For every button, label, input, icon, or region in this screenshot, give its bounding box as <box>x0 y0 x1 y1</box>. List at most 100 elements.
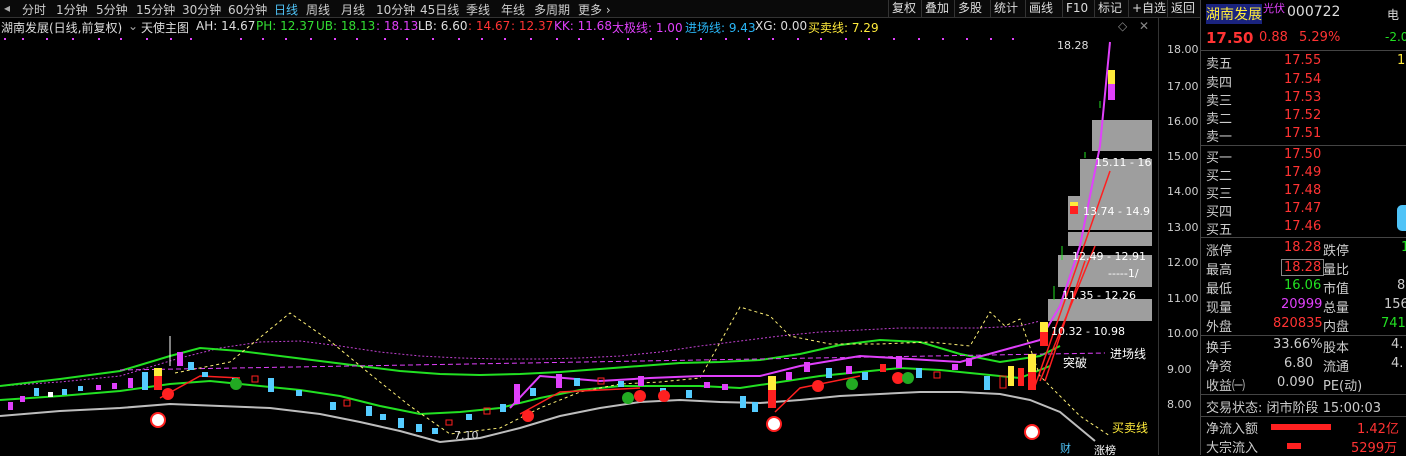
stat-label: PE(动) <box>1323 379 1363 394</box>
stat-value: 18.28 <box>1281 259 1325 276</box>
stat-value: 156 <box>1384 297 1406 312</box>
tick-16: 16.00 <box>1167 115 1199 128</box>
stat-label: 涨停 <box>1206 244 1233 259</box>
bid-price[interactable]: 17.48 <box>1284 183 1321 198</box>
price-value: 17.50 <box>1206 29 1254 47</box>
kk-value: KK: 11.68 <box>554 19 612 33</box>
tab-1min[interactable]: 1分钟 <box>56 1 88 18</box>
ask-price[interactable]: 17.54 <box>1284 72 1321 87</box>
add-watchlist-button[interactable]: +自选 <box>1128 0 1169 17</box>
fuquan-button[interactable]: 复权 <box>888 0 919 17</box>
indicator-name[interactable]: 天使主图 <box>141 19 189 36</box>
tick-15: 15.00 <box>1167 150 1199 163</box>
tab-45day[interactable]: 45日线 <box>420 1 459 18</box>
ask-price[interactable]: 17.52 <box>1284 108 1321 123</box>
ask-price[interactable]: 17.55 <box>1284 53 1321 68</box>
tab-15min[interactable]: 15分钟 <box>136 1 175 18</box>
tick-10: 10.00 <box>1167 327 1199 340</box>
bid-price[interactable]: 17.50 <box>1284 147 1321 162</box>
stat-value: 1 <box>1401 240 1406 255</box>
stat-label: 外盘 <box>1206 320 1233 335</box>
tab-10min[interactable]: 10分钟 <box>376 1 415 18</box>
tab-monthly[interactable]: 月线 <box>341 1 365 18</box>
block-inflow-label: 大宗流入 <box>1206 441 1259 456</box>
stat-value: 33.66% <box>1273 337 1323 352</box>
back-button[interactable]: 返回 <box>1167 0 1198 17</box>
side-value: -2.0 <box>1385 30 1406 44</box>
close-icon[interactable]: ✕ <box>1139 19 1149 33</box>
bid-price[interactable]: 17.46 <box>1284 219 1321 234</box>
zhangbang-label: 涨榜 <box>1094 443 1116 455</box>
stat-value: 8 <box>1397 278 1406 293</box>
stat-value: 18.28 <box>1284 240 1322 255</box>
stat-value: 4. <box>1391 337 1404 352</box>
multi-stock-button[interactable]: 多股 <box>954 0 985 17</box>
tab-30min[interactable]: 30分钟 <box>182 1 221 18</box>
yellow-dashed-line <box>174 306 1111 437</box>
trade-status: 交易状态: 闭市阶段 15:00:03 <box>1206 401 1382 416</box>
stock-name: 湖南发展 <box>1206 4 1262 24</box>
tab-5min[interactable]: 5分钟 <box>96 1 128 18</box>
surge-line <box>509 41 1111 409</box>
tab-multiperiod[interactable]: 多周期 <box>534 1 570 18</box>
scroll-handle[interactable] <box>1397 205 1406 231</box>
ask-label: 卖四 <box>1206 76 1233 91</box>
tab-weekly[interactable]: 周线 <box>306 1 330 18</box>
kline-chart[interactable]: 18.28 15.11 - 16 13.74 - 14.9 12.49 - 12… <box>0 36 1158 455</box>
stat-value: 20999 <box>1281 297 1323 312</box>
mark-button[interactable]: 标记 <box>1094 0 1125 17</box>
tab-60min[interactable]: 60分钟 <box>228 1 267 18</box>
bid-price[interactable]: 17.47 <box>1284 201 1321 216</box>
stat-label: 总量 <box>1323 301 1350 316</box>
overlay-button[interactable]: 叠加 <box>921 0 952 17</box>
zone3-label: 12.49 - 12.91 <box>1072 250 1146 263</box>
stat-value: 820835 <box>1273 316 1323 331</box>
lb-value: LB: 6.60 <box>418 19 468 33</box>
maimai-value: 买卖线: 7.29 <box>808 21 879 35</box>
ask-label: 卖二 <box>1206 112 1233 127</box>
stats-button[interactable]: 统计 <box>990 0 1021 17</box>
ub-sep-value: : 18.13 <box>376 19 419 33</box>
high-marker-label: 18.28 <box>1057 39 1089 52</box>
tick-9: 9.00 <box>1167 363 1192 376</box>
draw-button[interactable]: 画线 <box>1025 0 1056 17</box>
ask-label: 卖三 <box>1206 94 1233 109</box>
concept-tag: 光伏 <box>1263 2 1285 15</box>
f10-button[interactable]: F10 <box>1062 0 1091 17</box>
xg-value: XG: 0.00 <box>755 19 808 33</box>
stock-code: 000722 <box>1287 4 1341 20</box>
stat-label: 收益㈠ <box>1206 379 1246 394</box>
zone1-label: 15.11 - 16 <box>1095 156 1151 169</box>
tick-17: 17.00 <box>1167 80 1199 93</box>
chevron-down-icon[interactable]: ⌄ <box>128 19 138 33</box>
zone2-label: 13.74 - 14.9 <box>1083 205 1150 218</box>
zone4-label: 11.35 - 12.26 <box>1062 289 1136 302</box>
tab-yearly[interactable]: 年线 <box>501 1 525 18</box>
ub-value: UB: 18.13 <box>316 19 376 33</box>
diamond-icon[interactable]: ◇ <box>1118 19 1127 33</box>
tab-daily[interactable]: 日线 <box>274 1 298 18</box>
tab-fenshi[interactable]: 分时 <box>22 1 46 18</box>
stat-label: 最高 <box>1206 263 1233 278</box>
menu-arrow-icon[interactable]: ◂ <box>4 1 10 15</box>
zone3b-label: -----1/ <box>1108 267 1139 280</box>
stat-label: 净资 <box>1206 360 1233 375</box>
bid-price[interactable]: 17.49 <box>1284 165 1321 180</box>
stat-value: 16.06 <box>1284 278 1322 293</box>
quote-panel: 湖南发展 光伏 000722 电 17.50 0.88 5.29% -2.0 卖… <box>1200 0 1406 456</box>
stat-value: 6.80 <box>1284 356 1313 371</box>
price-axis: 18.00 17.00 16.00 15.00 14.00 13.00 12.0… <box>1158 17 1201 455</box>
tick-12: 12.00 <box>1167 256 1199 269</box>
ask-price[interactable]: 17.51 <box>1284 126 1321 141</box>
breakout-label: 突破 <box>1063 355 1087 370</box>
net-inflow-label: 净流入额 <box>1206 422 1259 437</box>
ask-price[interactable]: 17.53 <box>1284 90 1321 105</box>
ask-label: 卖五 <box>1206 57 1233 72</box>
stat-label: 市值 <box>1323 282 1350 297</box>
top-dot-markers <box>4 38 1014 40</box>
stat-label: 最低 <box>1206 282 1233 297</box>
zone5-label: 10.32 - 10.98 <box>1051 325 1125 338</box>
tab-season[interactable]: 季线 <box>466 1 490 18</box>
tick-18: 18.00 <box>1167 43 1199 56</box>
tab-more[interactable]: 更多 › <box>578 1 611 18</box>
